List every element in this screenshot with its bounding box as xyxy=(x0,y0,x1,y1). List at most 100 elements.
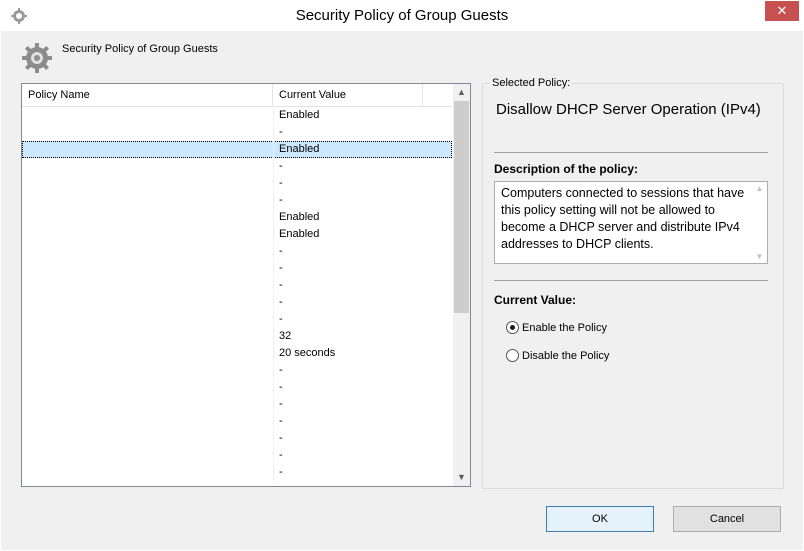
table-row[interactable]: Allow Monitoring Mode- xyxy=(22,311,452,328)
table-row[interactable]: Deny Bridge Operation- xyxy=(22,175,452,192)
table-row[interactable]: Download Bandwidth- xyxy=(22,413,452,430)
table-row[interactable]: Privacy Filter Mode- xyxy=(22,260,452,277)
table-row[interactable]: Filter DHCP Packets (IPv4)- xyxy=(22,124,452,141)
column-divider xyxy=(273,345,274,362)
list-scrollbar[interactable]: ▲ ▼ xyxy=(453,84,470,486)
close-button[interactable]: ✕ xyxy=(765,1,799,21)
list-rows: Allow AccessEnabledFilter DHCP Packets (… xyxy=(22,107,452,481)
policy-value: - xyxy=(279,398,283,410)
policy-value: - xyxy=(279,313,283,325)
dialog-body: Security Policy of Group Guests Policy N… xyxy=(9,31,795,543)
policy-value: Enabled xyxy=(279,211,320,223)
column-header-current-value[interactable]: Current Value xyxy=(273,84,423,106)
table-row[interactable]: Deny IP Address Duplication (IPv4)Enable… xyxy=(22,226,452,243)
policy-value: - xyxy=(279,296,283,308)
current-value-label: Current Value: xyxy=(494,293,577,307)
table-row[interactable]: Enforce DHCP Allocated IP Addresses (IPv… xyxy=(22,158,452,175)
column-divider xyxy=(273,311,274,328)
policy-list[interactable]: Policy Name Current Value Allow AccessEn… xyxy=(21,83,471,487)
table-row[interactable]: Unlimited Number of Broadcasts- xyxy=(22,294,452,311)
policy-value: - xyxy=(279,194,283,206)
scroll-down-arrow-icon[interactable]: ▼ xyxy=(752,252,767,261)
list-header: Policy Name Current Value xyxy=(22,84,452,107)
policy-value: - xyxy=(279,381,283,393)
policy-value: - xyxy=(279,160,283,172)
policy-value: - xyxy=(279,466,283,478)
column-divider xyxy=(273,447,274,464)
radio-checked-icon[interactable] xyxy=(506,321,519,334)
policy-value: - xyxy=(279,415,283,427)
policy-value: - xyxy=(279,177,283,189)
table-row[interactable]: Disallow DHCP Server Operation (IPv4)Ena… xyxy=(22,141,452,158)
policy-value: - xyxy=(279,262,283,274)
radio-unchecked-icon[interactable] xyxy=(506,349,519,362)
policy-value: Enabled xyxy=(279,109,320,121)
table-row[interactable]: Deny Changing Password- xyxy=(22,430,452,447)
policy-value: Enabled xyxy=(279,228,320,240)
table-row[interactable]: Deny VoIP / QoS Function- xyxy=(22,464,452,481)
column-divider xyxy=(273,124,274,141)
scroll-up-arrow-icon[interactable]: ▲ xyxy=(752,184,767,193)
table-row[interactable]: Maximum Number of TCP Connections32 xyxy=(22,328,452,345)
column-divider xyxy=(273,192,274,209)
column-divider xyxy=(273,294,274,311)
scroll-up-arrow-icon[interactable]: ▲ xyxy=(453,84,470,101)
policy-value: - xyxy=(279,245,283,257)
table-row[interactable]: Deny MAC Addresses DuplicationEnabled xyxy=(22,209,452,226)
table-row[interactable]: Maximum Number of Multiple Logins- xyxy=(22,447,452,464)
column-divider xyxy=(273,158,274,175)
column-divider xyxy=(273,430,274,447)
gear-icon xyxy=(21,42,53,77)
column-divider xyxy=(273,107,274,124)
description-text: Computers connected to sessions that hav… xyxy=(501,186,745,251)
scroll-down-arrow-icon[interactable]: ▼ xyxy=(453,469,470,486)
dialog-header-text: Security Policy of Group Guests xyxy=(62,43,218,55)
selected-policy-legend: Selected Policy: xyxy=(490,77,573,89)
column-divider xyxy=(273,141,274,158)
column-divider xyxy=(273,209,274,226)
column-divider xyxy=(273,396,274,413)
column-header-policy-name[interactable]: Policy Name xyxy=(22,84,273,106)
table-row[interactable]: Upload Bandwidth- xyxy=(22,396,452,413)
policy-value: 20 seconds xyxy=(279,347,336,359)
policy-value: - xyxy=(279,449,283,461)
column-divider xyxy=(273,226,274,243)
table-row[interactable]: Maximum Number of IP Addresses (IPv4)- xyxy=(22,379,452,396)
table-row[interactable]: Maximum Number of MAC Addresses- xyxy=(22,362,452,379)
separator xyxy=(494,152,768,153)
window-title: Security Policy of Group Guests xyxy=(295,7,509,24)
disable-policy-label[interactable]: Disable the Policy xyxy=(522,348,609,364)
policy-value: - xyxy=(279,126,283,138)
column-divider xyxy=(273,328,274,345)
title-bar[interactable]: Security Policy of Group Guests ✕ xyxy=(1,1,803,31)
policy-value: - xyxy=(279,432,283,444)
column-divider xyxy=(273,175,274,192)
selected-policy-group xyxy=(482,83,784,489)
enable-policy-label[interactable]: Enable the Policy xyxy=(522,320,607,336)
column-divider xyxy=(273,243,274,260)
table-row[interactable]: Deny Non-ARP / Non-DHCP / Non-ICMPv6 ...… xyxy=(22,243,452,260)
dialog-window: Security Policy of Group Guests ✕ Securi… xyxy=(0,0,804,551)
table-row[interactable]: Deny Routing Operation (IPv4)- xyxy=(22,192,452,209)
selected-policy-name: Disallow DHCP Server Operation (IPv4) xyxy=(496,101,761,118)
column-divider xyxy=(273,413,274,430)
cancel-button[interactable]: Cancel xyxy=(673,506,781,532)
column-divider xyxy=(273,260,274,277)
policy-value: - xyxy=(279,279,283,291)
scroll-thumb[interactable] xyxy=(454,101,469,313)
table-row[interactable]: Allow AccessEnabled xyxy=(22,107,452,124)
description-textbox[interactable]: Computers connected to sessions that hav… xyxy=(494,181,768,264)
column-divider xyxy=(273,362,274,379)
ok-button[interactable]: OK xyxy=(546,506,654,532)
close-icon: ✕ xyxy=(776,3,788,18)
separator xyxy=(494,280,768,281)
description-scrollbar[interactable]: ▲ ▼ xyxy=(752,182,767,263)
policy-value: - xyxy=(279,364,283,376)
table-row[interactable]: Deny Operation as TCP/IP Server (IPv4)- xyxy=(22,277,452,294)
column-divider xyxy=(273,379,274,396)
column-divider xyxy=(273,277,274,294)
policy-value: 32 xyxy=(279,330,292,342)
table-row[interactable]: Time-out Period20 seconds xyxy=(22,345,452,362)
description-label: Description of the policy: xyxy=(494,162,639,176)
column-divider xyxy=(273,464,274,481)
